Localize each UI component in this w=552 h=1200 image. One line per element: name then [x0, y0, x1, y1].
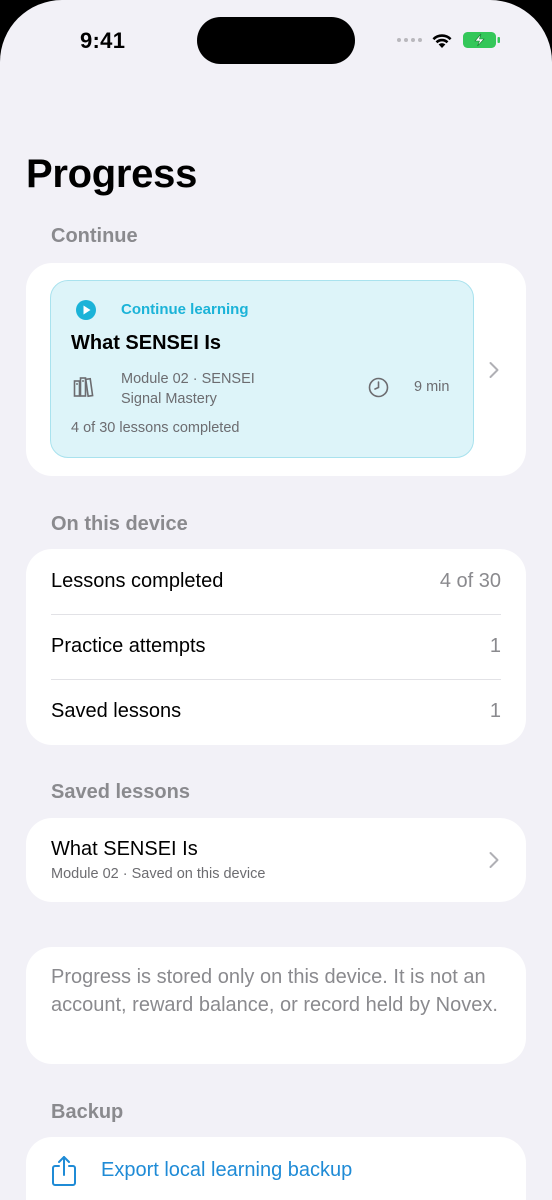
lesson-progress: 4 of 30 lessons completed — [71, 420, 240, 436]
module-line2: Signal Mastery — [121, 391, 217, 407]
clock-icon — [368, 377, 389, 398]
continue-card[interactable]: Continue learning What SENSEI Is Module … — [26, 263, 526, 476]
stat-value: 1 — [489, 700, 501, 722]
saved-lesson-subtitle: Module 02 · Saved on this device — [51, 866, 266, 882]
screen: 9:41 Progress Continue Continue learning… — [0, 0, 552, 1200]
chevron-right-icon[interactable] — [488, 361, 500, 379]
saved-lesson-item[interactable]: What SENSEI Is Module 02 · Saved on this… — [26, 818, 526, 902]
export-backup-button[interactable]: Export local learning backup — [101, 1159, 352, 1182]
share-icon — [52, 1156, 76, 1186]
stat-value: 1 — [489, 635, 501, 657]
stat-label: Practice attempts — [51, 635, 206, 657]
lesson-duration: 9 min — [414, 379, 450, 395]
export-backup-row[interactable]: Export local learning backup — [26, 1137, 526, 1200]
module-info: Module 02 · SENSEI Signal Mastery — [121, 369, 321, 409]
battery-icon — [463, 32, 500, 48]
lesson-title: What SENSEI Is — [71, 332, 222, 354]
play-icon — [76, 300, 96, 320]
chevron-right-icon[interactable] — [488, 851, 500, 869]
section-header-device: On this device — [51, 513, 188, 535]
signal-icon — [397, 38, 422, 42]
storage-notice-text: Progress is stored only on this device. … — [51, 966, 498, 1016]
page-title: Progress — [26, 152, 198, 196]
stat-row-saved: Saved lessons 1 — [51, 679, 501, 744]
dynamic-island — [197, 17, 355, 64]
stat-label: Saved lessons — [51, 700, 182, 722]
section-header-backup: Backup — [51, 1101, 124, 1123]
stat-value: 4 of 30 — [439, 570, 501, 592]
module-line1: Module 02 · SENSEI — [121, 371, 255, 387]
continue-learning-label: Continue learning — [121, 301, 249, 318]
stat-row-lessons: Lessons completed 4 of 30 — [51, 549, 501, 614]
device-stats-card: Lessons completed 4 of 30 Practice attem… — [26, 549, 526, 745]
section-header-saved: Saved lessons — [51, 781, 190, 803]
stat-label: Lessons completed — [51, 570, 224, 592]
saved-lesson-title: What SENSEI Is — [51, 838, 198, 860]
stat-row-practice: Practice attempts 1 — [51, 614, 501, 679]
books-icon — [73, 377, 94, 398]
continue-learning-tile[interactable]: Continue learning What SENSEI Is Module … — [50, 280, 474, 458]
wifi-icon — [432, 34, 452, 48]
storage-notice-card: Progress is stored only on this device. … — [26, 947, 526, 1064]
section-header-continue: Continue — [51, 225, 138, 247]
status-time: 9:41 — [80, 28, 126, 53]
status-icons — [397, 30, 502, 50]
